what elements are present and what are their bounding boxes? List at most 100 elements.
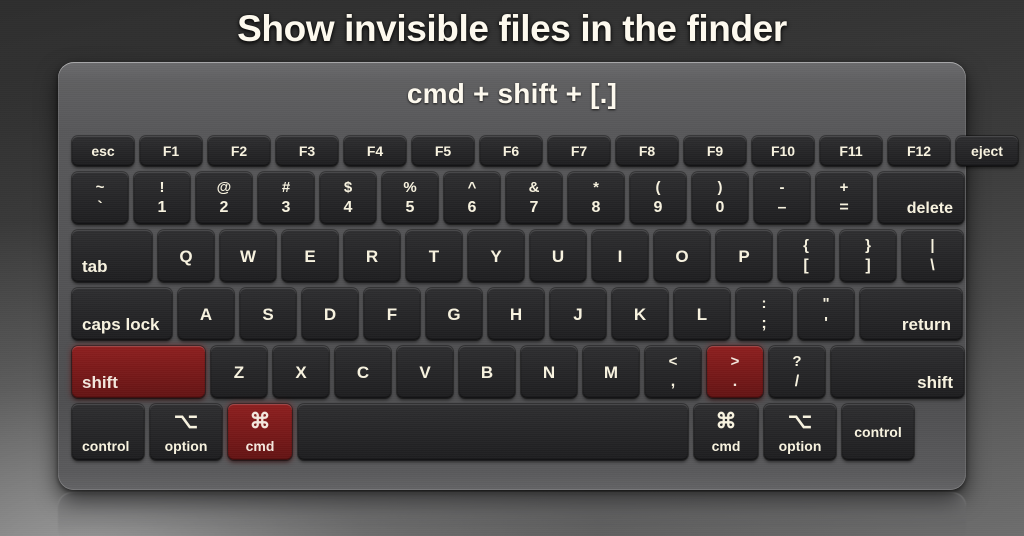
key-control[interactable]: control [72,404,144,460]
key-label-shifted: ? [792,353,802,370]
key-label-shifted: - [779,179,785,196]
key-label: caps lock [82,315,160,334]
key-return[interactable]: return [860,288,962,340]
key-9[interactable]: (9 [630,172,686,224]
key-y[interactable]: Y [468,230,524,282]
key-[interactable]: }] [840,230,896,282]
key-f4[interactable]: F4 [344,136,406,166]
key-label: F3 [298,143,316,159]
key-[interactable]: " ' [798,288,854,340]
key-label: R [365,246,379,266]
key-label: F8 [638,143,656,159]
key-tab[interactable]: tab [72,230,152,282]
key-label: – [777,199,787,216]
key-n[interactable]: N [521,346,577,398]
key-d[interactable]: D [302,288,358,340]
key-t[interactable]: T [406,230,462,282]
key-1[interactable]: ! 1 [134,172,190,224]
key-label-shifted: * [593,179,599,196]
key-o[interactable]: O [654,230,710,282]
key-shift[interactable]: shift [72,346,205,398]
key-7[interactable]: & 7 [506,172,562,224]
key-f10[interactable]: F10 [752,136,814,166]
key-[interactable]: | \ [902,230,963,282]
key-w[interactable]: W [220,230,276,282]
key-h[interactable]: H [488,288,544,340]
key-x[interactable]: X [273,346,329,398]
key-option[interactable]: ⌥ option [764,404,836,460]
key-6[interactable]: ^ 6 [444,172,500,224]
key-[interactable]: <, [645,346,701,398]
key-f6[interactable]: F6 [480,136,542,166]
key-f9[interactable]: F9 [684,136,746,166]
key-control[interactable]: control [842,404,914,460]
command-icon: ⌘ [249,410,271,433]
key-label: H [509,304,523,324]
key-[interactable]: ? / [769,346,825,398]
key-8[interactable]: * 8 [568,172,624,224]
key-[interactable]: + = [816,172,872,224]
key-4[interactable]: $4 [320,172,376,224]
key-f5[interactable]: F5 [412,136,474,166]
key-c[interactable]: C [335,346,391,398]
keyboard-row-shift: shift Z X C V B N M <, >.? / shift [72,346,964,398]
key-l[interactable]: L [674,288,730,340]
key-[interactable]: {[ [778,230,834,282]
key-a[interactable]: A [178,288,234,340]
key-z[interactable]: Z [211,346,267,398]
shortcut-text: cmd + shift + [.] [406,78,618,109]
key-label: shift [917,373,953,392]
key-3[interactable]: #3 [258,172,314,224]
key-label-shifted: % [403,179,417,196]
key-q[interactable]: Q [158,230,214,282]
key-s[interactable]: S [240,288,296,340]
key-r[interactable]: R [344,230,400,282]
key-f[interactable]: F [364,288,420,340]
key-label: option [778,438,822,454]
key-f8[interactable]: F8 [616,136,678,166]
key-f3[interactable]: F3 [276,136,338,166]
key-option[interactable]: ⌥ option [150,404,222,460]
key-label: 1 [157,199,167,216]
key-p[interactable]: P [716,230,772,282]
key-label: D [323,304,337,324]
key-0[interactable]: ) 0 [692,172,748,224]
keyboard-reflection [58,492,966,536]
key-label: F6 [502,143,520,159]
key-caps-lock[interactable]: caps lock [72,288,172,340]
key-m[interactable]: M [583,346,639,398]
key-esc[interactable]: esc [72,136,134,166]
key-i[interactable]: I [592,230,648,282]
key-label: shift [82,373,118,392]
key-u[interactable]: U [530,230,586,282]
key-cmd[interactable]: ⌘ cmd [694,404,758,460]
key-e[interactable]: E [282,230,338,282]
key-g[interactable]: G [426,288,482,340]
key-f11[interactable]: F11 [820,136,882,166]
key-f7[interactable]: F7 [548,136,610,166]
key-[interactable]: >. [707,346,763,398]
key-label: F5 [434,143,452,159]
key-cmd[interactable]: ⌘ cmd [228,404,292,460]
key-[interactable]: - – [754,172,810,224]
key-delete[interactable]: delete [878,172,964,224]
key-label-shifted: ! [159,179,165,196]
key-f1[interactable]: F1 [140,136,202,166]
key-eject[interactable]: eject [956,136,1018,166]
key-b[interactable]: B [459,346,515,398]
spacebar[interactable] [298,404,688,460]
key-j[interactable]: J [550,288,606,340]
key-v[interactable]: V [397,346,453,398]
key-5[interactable]: % 5 [382,172,438,224]
key-f12[interactable]: F12 [888,136,950,166]
key-k[interactable]: K [612,288,668,340]
key-2[interactable]: @2 [196,172,252,224]
key-[interactable]: ~ ` [72,172,128,224]
key-shift[interactable]: shift [831,346,964,398]
key-label: ` [97,199,103,216]
keyboard-row-qwerty: tab Q W E R T Y U I O P{[}] | \ [72,230,963,282]
key-label: cmd [245,438,275,454]
key-label: . [732,373,738,390]
key-f2[interactable]: F2 [208,136,270,166]
key-[interactable]: :; [736,288,792,340]
